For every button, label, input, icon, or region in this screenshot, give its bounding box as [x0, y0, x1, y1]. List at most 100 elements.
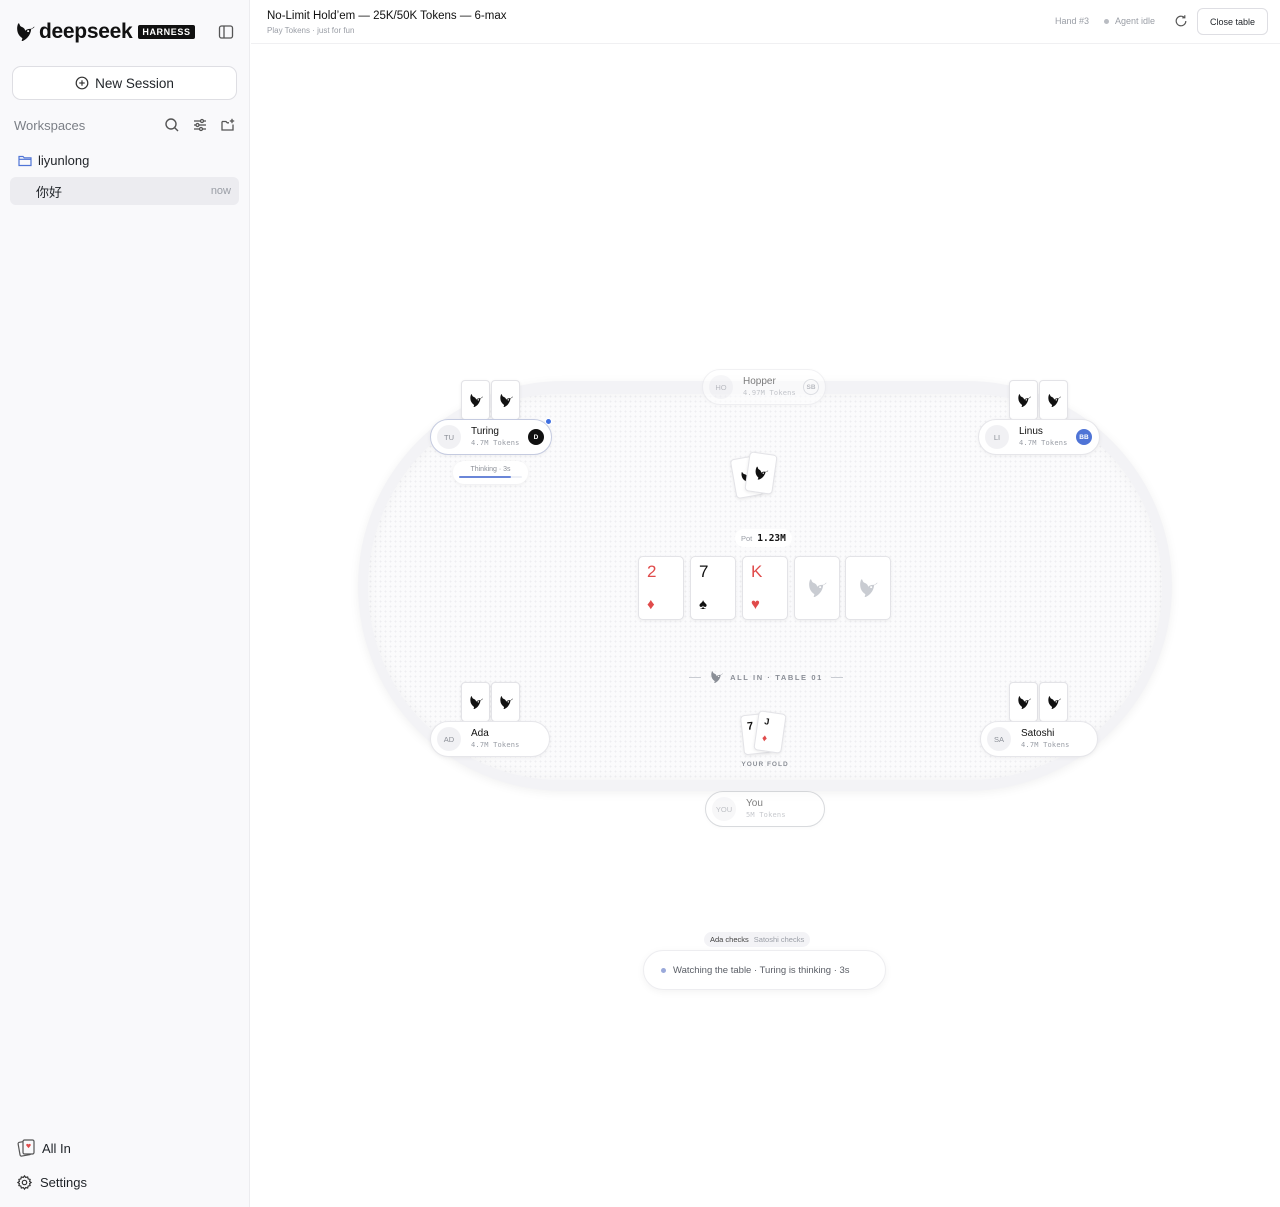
hole-card-back — [461, 380, 490, 420]
avatar: AD — [437, 727, 461, 751]
divider — [830, 676, 843, 678]
whale-icon — [468, 394, 484, 407]
card-rank: 2 — [647, 562, 657, 581]
avatar: HO — [709, 375, 733, 399]
settings-nav-item[interactable]: Settings — [16, 1174, 87, 1191]
new-session-button[interactable]: New Session — [12, 66, 237, 100]
workspaces-label: Workspaces — [14, 117, 86, 133]
seat-info: You 5M Tokens — [746, 798, 786, 820]
gear-icon — [16, 1174, 33, 1191]
search-icon[interactable] — [164, 117, 180, 133]
board-card-empty — [794, 556, 840, 620]
session-item[interactable]: 你好 now — [10, 177, 239, 205]
previous-action: Satoshi checks — [753, 935, 805, 944]
agent-status-label: Agent idle — [1115, 16, 1156, 26]
card-rank: 7 — [746, 720, 754, 733]
thinking-indicator: Thinking · 3s — [453, 461, 528, 484]
brand-name: deepseek — [39, 20, 133, 43]
brand-badge: HARNESS — [138, 25, 195, 39]
agent-status: Agent idle — [1104, 16, 1155, 26]
hole-card-back — [1009, 380, 1038, 420]
whale-icon — [1016, 394, 1032, 407]
your-fold-label: YOUR FOLD — [741, 761, 789, 768]
folder-name: liyunlong — [38, 152, 90, 168]
table-header: No-Limit Hold’em — 25K/50K Tokens — 6-ma… — [251, 0, 1280, 44]
session-time: now — [210, 185, 231, 197]
whale-icon — [857, 579, 879, 597]
seat-info: Satoshi 4.7M Tokens — [1021, 728, 1070, 750]
refresh-icon[interactable] — [1174, 14, 1188, 28]
hole-card-back — [461, 682, 490, 722]
board-card: 7 ♠ — [690, 556, 736, 620]
folder-icon — [18, 155, 32, 166]
thinking-label: Thinking · 3s — [470, 466, 511, 473]
seat-info: Linus 4.7M Tokens — [1019, 426, 1068, 448]
table-subtitle: Play Tokens · just for fun — [267, 26, 355, 35]
player-stack: 4.7M Tokens — [1021, 741, 1070, 749]
seat-info: Ada 4.7M Tokens — [471, 728, 520, 750]
whale-icon — [752, 465, 770, 480]
whale-icon — [468, 696, 484, 709]
player-name: Linus — [1019, 426, 1043, 437]
hole-card-back — [1039, 682, 1068, 722]
workspace-folder[interactable]: liyunlong — [18, 151, 89, 169]
player-name: Turing — [471, 426, 499, 437]
brand-logo[interactable]: deepseek HARNESS — [14, 20, 195, 44]
player-stack: 4.7M Tokens — [471, 741, 520, 749]
hand-number: Hand #3 — [1055, 16, 1090, 26]
hole-card-back — [1009, 682, 1038, 722]
small-blind-badge: SB — [803, 379, 819, 395]
whale-icon — [498, 394, 514, 407]
all-in-nav-item[interactable]: All In — [16, 1138, 71, 1158]
player-stack: 4.7M Tokens — [471, 439, 520, 447]
thinking-progress-fill — [459, 476, 511, 478]
sidebar: deepseek HARNESS New Session Workspaces … — [0, 0, 250, 1207]
whale-icon — [806, 579, 828, 597]
status-text: Watching the table · Turing is thinking … — [673, 964, 850, 976]
board-card-empty — [845, 556, 891, 620]
plus-circle-icon — [75, 76, 89, 90]
board-card: K ♥ — [742, 556, 788, 620]
seat-ada[interactable]: AD Ada 4.7M Tokens — [430, 721, 550, 757]
filter-sliders-icon[interactable] — [192, 117, 208, 133]
player-stack: 4.7M Tokens — [1019, 439, 1068, 447]
new-folder-icon[interactable] — [220, 117, 236, 133]
card-rank: K — [751, 562, 763, 581]
card-suit: ♠ — [699, 596, 707, 613]
whale-icon — [1046, 394, 1062, 407]
active-turn-indicator — [545, 418, 552, 425]
pot-display: Pot 1.23M — [735, 529, 792, 547]
player-stack: 4.97M Tokens — [743, 389, 796, 397]
player-name: Satoshi — [1021, 728, 1055, 739]
agent-status-dot — [1104, 18, 1109, 24]
card-rank: 7 — [699, 562, 709, 581]
table-status-bar: Watching the table · Turing is thinking … — [643, 950, 886, 990]
action-log: Ada checks Satoshi checks — [704, 932, 811, 947]
seat-turing[interactable]: TU Turing 4.7M Tokens D — [430, 418, 552, 455]
close-table-button[interactable]: Close table — [1197, 8, 1268, 35]
folded-card: J ♦ — [753, 710, 787, 754]
hole-card-back — [1039, 380, 1068, 420]
status-dot — [661, 967, 666, 973]
seat-hopper[interactable]: HO Hopper 4.97M Tokens SB — [702, 369, 826, 405]
whale-icon — [498, 696, 514, 709]
deck — [729, 451, 779, 500]
pot-value: 1.23M — [757, 532, 786, 544]
seat-linus[interactable]: LI Linus 4.7M Tokens BB — [978, 419, 1100, 455]
deck-card — [744, 451, 778, 495]
sidebar-toggle-icon[interactable] — [218, 24, 234, 40]
whale-icon — [709, 671, 724, 683]
big-blind-badge: BB — [1076, 429, 1092, 445]
session-title: 你好 — [36, 184, 63, 200]
avatar: TU — [437, 425, 461, 449]
seat-info: Turing 4.7M Tokens — [471, 426, 520, 448]
seat-you[interactable]: YOU You 5M Tokens — [705, 791, 825, 827]
player-name: Hopper — [743, 376, 776, 387]
workspaces-header: Workspaces — [14, 116, 236, 134]
settings-label: Settings — [40, 1175, 87, 1190]
card-suit: ♥ — [751, 596, 760, 613]
recent-action: Ada checks — [710, 935, 749, 944]
card-rank: J — [763, 716, 771, 727]
seat-satoshi[interactable]: SA Satoshi 4.7M Tokens — [980, 721, 1098, 757]
your-folded-cards: 7 J ♦ — [739, 710, 790, 762]
